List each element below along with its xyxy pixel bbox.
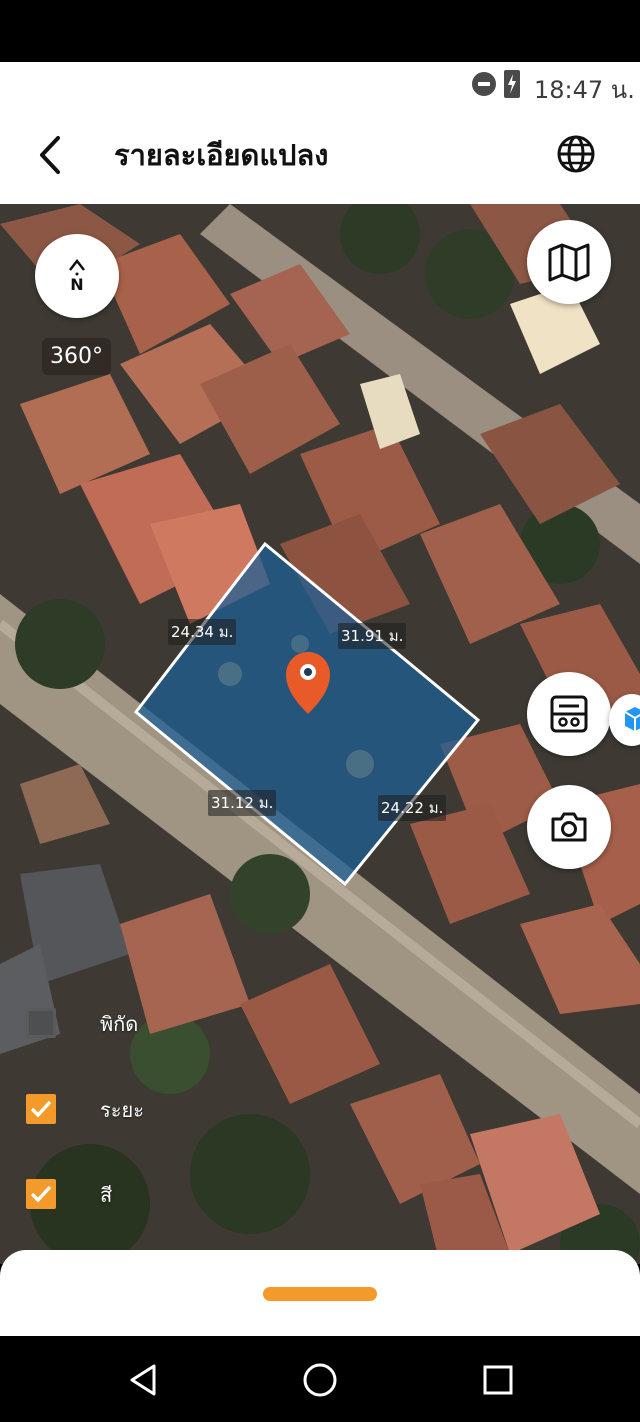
layer-toggle-color[interactable]: สี <box>26 1177 112 1211</box>
language-button[interactable] <box>554 132 598 176</box>
layer-toggle-coordinates[interactable]: พิกัด <box>26 1006 138 1040</box>
calculator-icon <box>550 695 588 733</box>
chevron-left-icon <box>40 136 60 174</box>
battery-charging-icon <box>504 70 520 98</box>
layer-label: พิกัด <box>100 1012 139 1036</box>
nav-recents-button[interactable] <box>478 1360 518 1400</box>
calculator-button[interactable] <box>527 672 611 756</box>
distance-label-northwest: 24.34 ม. <box>168 619 237 645</box>
camera-button[interactable] <box>527 785 611 869</box>
checkmark-icon <box>30 1100 52 1118</box>
camera-notch-area <box>0 0 640 62</box>
checkbox-checked[interactable] <box>26 1094 56 1124</box>
do-not-disturb-icon <box>472 72 496 96</box>
back-button[interactable] <box>28 128 72 182</box>
nav-back-button[interactable] <box>124 1360 164 1400</box>
map-icon <box>548 243 590 282</box>
recents-square-icon <box>483 1365 513 1395</box>
checkmark-icon <box>30 1185 52 1203</box>
layer-label: สี <box>100 1183 113 1207</box>
camera-icon <box>551 812 587 842</box>
distance-label-southeast: 24.22 ม. <box>378 795 447 821</box>
checkbox-checked[interactable] <box>26 1179 56 1209</box>
distance-label-northeast: 31.91 ม. <box>338 623 407 649</box>
3d-view-button[interactable] <box>609 694 640 746</box>
compass-letter: N <box>70 275 84 294</box>
layer-label: ระยะ <box>100 1098 144 1122</box>
home-circle-icon <box>303 1363 337 1397</box>
checkbox-unchecked[interactable] <box>26 1008 56 1038</box>
layer-toggle-distance[interactable]: ระยะ <box>26 1092 144 1126</box>
distance-label-southwest: 31.12 ม. <box>208 790 277 816</box>
back-triangle-icon <box>130 1364 156 1396</box>
page-title: รายละเอียดแปลง <box>114 138 329 172</box>
compass-button[interactable]: N <box>35 234 119 318</box>
bottom-sheet-handle[interactable] <box>263 1287 377 1301</box>
status-time: 18:47 น. <box>534 76 635 104</box>
cube-icon <box>624 707 640 731</box>
map-layer-button[interactable] <box>527 220 611 304</box>
nav-home-button[interactable] <box>300 1360 340 1400</box>
north-arrow-icon <box>69 259 85 271</box>
view-360-button[interactable]: 360° <box>42 338 111 375</box>
globe-icon <box>557 135 595 173</box>
